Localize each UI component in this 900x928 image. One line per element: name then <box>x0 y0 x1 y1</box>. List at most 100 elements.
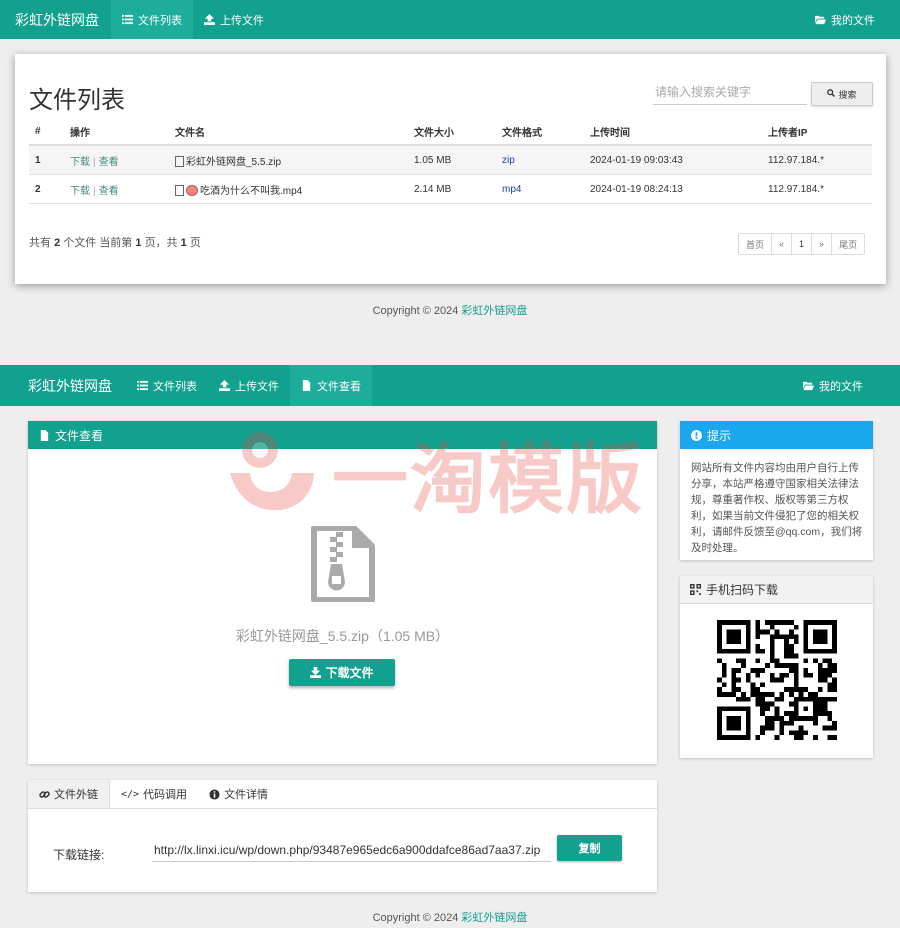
col-filename: 文件名 <box>169 119 408 146</box>
zip-file-icon <box>175 156 184 168</box>
qrcode-icon <box>690 584 701 595</box>
download-link-label: 下载链接: <box>53 848 105 862</box>
row-size: 2.14 MB <box>408 174 496 204</box>
copyright-text: Copyright © 2024 <box>372 305 459 317</box>
tab-code-embed[interactable]: </> 代码调用 <box>110 780 198 808</box>
summary-mid: 个文件 当前第 <box>63 237 133 249</box>
tip-title: 提示 <box>707 428 732 443</box>
file-icon <box>301 380 312 391</box>
view-navbar: 彩虹外链网盘 文件列表 上传文件 文件查看 我的文件 <box>0 365 900 406</box>
nav-my-files[interactable]: 我的文件 <box>792 365 900 406</box>
filename-text[interactable]: 吃酒为什么不叫我.mp4 <box>200 186 302 197</box>
nav-file-view[interactable]: 文件查看 <box>290 365 372 406</box>
nav-upload[interactable]: 上传文件 <box>208 365 290 406</box>
page-last[interactable]: 尾页 <box>831 233 866 255</box>
nav-my-files[interactable]: 我的文件 <box>804 0 900 39</box>
tab-file-link[interactable]: 文件外链 <box>28 780 110 808</box>
footer-site-link[interactable]: 彩虹外链网盘 <box>461 305 527 317</box>
search-button[interactable]: 搜索 <box>811 82 873 106</box>
folder-open-icon <box>803 380 814 391</box>
format-link[interactable]: mp4 <box>502 184 521 195</box>
tab-file-details-label: 文件详情 <box>224 789 269 801</box>
table-row: 1 下载 | 查看 彩虹外链网盘_5.5.zip 1.05 MB zip 2024-… <box>29 145 872 175</box>
qr-panel: 手机扫码下载 <box>680 576 873 758</box>
qr-title: 手机扫码下载 <box>706 583 779 597</box>
page-prev[interactable]: « <box>771 233 793 255</box>
nav-file-list[interactable]: 文件列表 <box>111 0 193 39</box>
folder-open-icon <box>815 14 826 25</box>
download-link[interactable]: 下载 <box>70 157 90 168</box>
copyright-text: Copyright © 2024 <box>372 912 459 924</box>
search-button-label: 搜索 <box>838 89 857 100</box>
summary-prefix: 共有 <box>29 237 51 249</box>
upload-icon <box>204 14 215 25</box>
summary-mid2: 页，共 <box>144 237 178 249</box>
nav-my-files-label: 我的文件 <box>831 14 875 27</box>
row-filename: 吃酒为什么不叫我.mp4 <box>169 174 408 204</box>
tab-file-details[interactable]: 文件详情 <box>198 780 279 808</box>
row-time: 2024-01-19 08:24:13 <box>584 174 762 204</box>
row-ip: 112.97.184.* <box>762 145 872 175</box>
file-list-card: 文件列表 搜索 # 操作 文件名 文件大小 文件格式 上传时间 上传者IP 1 … <box>15 54 886 284</box>
format-link[interactable]: zip <box>502 155 515 166</box>
nav-upload[interactable]: 上传文件 <box>193 0 275 39</box>
file-view-panel: 文件查看 彩虹外链网盘_5.5.zip（1.05 MB） 下载文件 <box>28 421 657 764</box>
tip-text: 网站所有文件内容均由用户自行上传分享，本站严格遵守国家相关法律法规，尊重著作权、… <box>691 462 863 554</box>
download-url-field[interactable] <box>152 838 551 862</box>
row-actions: 下载 | 查看 <box>64 174 169 204</box>
download-link[interactable]: 下载 <box>70 186 90 197</box>
tip-panel: 提示 网站所有文件内容均由用户自行上传分享，本站严格遵守国家相关法律法规，尊重著… <box>680 421 873 560</box>
pagination: 首页 « 1 » 尾页 <box>738 233 866 255</box>
summary-count: 2 <box>54 237 61 249</box>
row-number: 1 <box>29 145 64 175</box>
page-current[interactable]: 1 <box>791 233 813 255</box>
summary-total: 1 <box>180 237 187 249</box>
qr-header: 手机扫码下载 <box>680 576 873 604</box>
view-link[interactable]: 查看 <box>99 157 119 168</box>
tab-file-link-label: 文件外链 <box>54 789 98 801</box>
table-row: 2 下载 | 查看 吃酒为什么不叫我.mp4 2.14 MB mp4 2024-01… <box>29 174 872 204</box>
info-icon <box>209 788 220 800</box>
page-next[interactable]: » <box>811 233 833 255</box>
brand-logo-text[interactable]: 彩虹外链网盘 <box>0 10 111 30</box>
list-icon <box>122 14 133 25</box>
footer-site-link[interactable]: 彩虹外链网盘 <box>461 912 527 924</box>
file-icon <box>39 429 50 441</box>
row-time: 2024-01-19 09:03:43 <box>584 145 762 175</box>
search-icon <box>827 89 836 99</box>
file-view-title: 文件查看 <box>55 428 104 443</box>
tip-header: 提示 <box>680 421 873 449</box>
file-name-size: 彩虹外链网盘_5.5.zip（1.05 MB） <box>235 628 450 644</box>
nav-file-list-label: 文件列表 <box>138 14 182 27</box>
download-file-label: 下载文件 <box>325 666 374 680</box>
nav-file-list-label: 文件列表 <box>153 380 197 393</box>
upload-icon <box>219 380 230 391</box>
row-format: mp4 <box>496 174 584 204</box>
filename-text[interactable]: 彩虹外链网盘_5.5.zip <box>186 157 281 168</box>
list-icon <box>137 380 148 391</box>
download-file-button[interactable]: 下载文件 <box>289 659 395 686</box>
code-icon: </> <box>121 788 140 800</box>
nav-file-view-label: 文件查看 <box>317 380 361 393</box>
brand-logo-text[interactable]: 彩虹外链网盘 <box>0 376 126 396</box>
file-count-summary: 共有 2 个文件 当前第 1 页，共 1 页 <box>29 234 201 250</box>
view-link[interactable]: 查看 <box>99 186 119 197</box>
col-uploader-ip: 上传者IP <box>762 119 872 146</box>
summary-page: 1 <box>135 237 142 249</box>
zip-archive-icon <box>310 525 376 603</box>
footer-bottom: Copyright © 2024 彩虹外链网盘 <box>0 909 900 925</box>
link-tabs: 文件外链 </> 代码调用 文件详情 <box>28 780 657 809</box>
page-title: 文件列表 <box>29 86 125 114</box>
pig-emoji-icon <box>186 185 198 197</box>
page-first[interactable]: 首页 <box>738 233 773 255</box>
search-input[interactable] <box>653 80 807 105</box>
row-format: zip <box>496 145 584 175</box>
download-icon <box>310 667 322 678</box>
tab-code-embed-label: 代码调用 <box>143 789 188 801</box>
copy-button[interactable]: 复制 <box>557 835 622 861</box>
nav-file-list[interactable]: 文件列表 <box>126 365 208 406</box>
nav-my-files-label: 我的文件 <box>819 380 863 393</box>
action-separator: | <box>93 156 96 168</box>
link-icon <box>39 789 50 800</box>
video-file-icon <box>175 185 184 197</box>
